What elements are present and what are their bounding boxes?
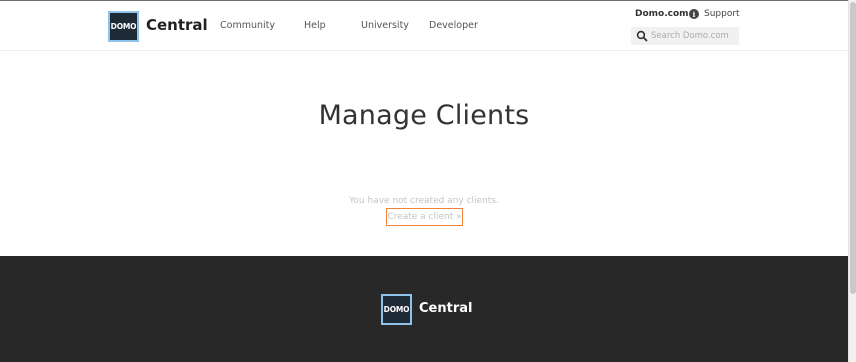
empty-state-message: You have not created any clients. [349,196,499,206]
domo-logo[interactable]: DOMO [108,11,139,42]
logo-text: DOMO [110,22,137,31]
create-client-link[interactable]: Create a client » [386,208,463,226]
search-input[interactable] [651,31,737,41]
footer-domo-logo[interactable]: DOMO [381,294,412,325]
nav-developer[interactable]: Developer [429,20,478,31]
support-link[interactable]: i Support [689,9,740,19]
nav-community[interactable]: Community [220,20,275,31]
scrollbar-thumb[interactable] [850,2,856,294]
footer-logo-text: DOMO [383,305,410,314]
page-title: Manage Clients [318,100,530,131]
nav-university[interactable]: University [361,20,409,31]
vertical-scrollbar[interactable] [848,0,856,362]
search-box[interactable] [631,27,739,45]
support-label: Support [704,9,740,19]
brand-name[interactable]: Central [146,16,208,34]
site-header: DOMO Central Community Help University D… [0,1,848,51]
info-icon: i [689,9,699,19]
domo-com-link[interactable]: Domo.com [635,9,689,19]
search-icon [636,30,648,42]
site-footer: DOMO Central [0,256,848,362]
nav-help[interactable]: Help [304,20,326,31]
footer-brand-name: Central [419,301,473,316]
browser-page: DOMO Central Community Help University D… [0,0,848,362]
